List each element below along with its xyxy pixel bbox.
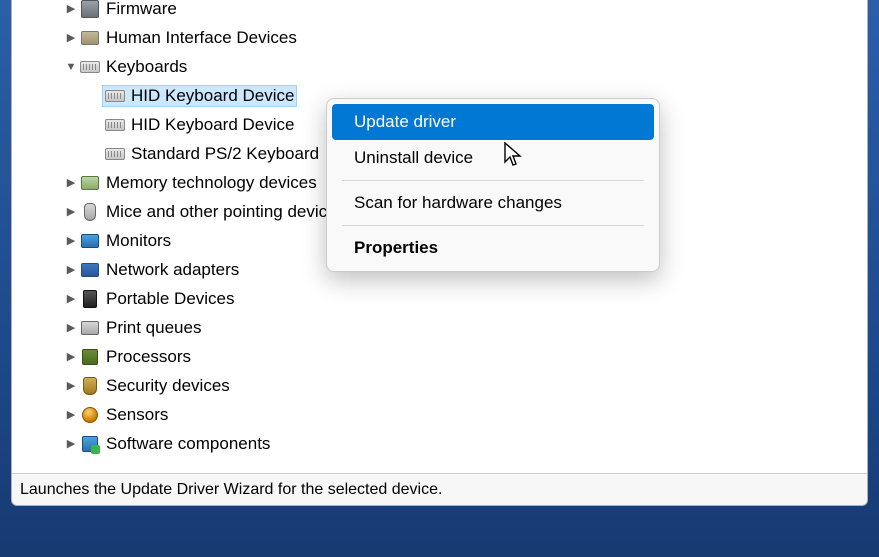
tree-node-firmware[interactable]: ▶ Firmware [62, 0, 662, 23]
network-icon [80, 260, 100, 280]
keyboard-icon [105, 115, 125, 135]
chevron-right-icon[interactable]: ▶ [62, 437, 80, 450]
sensor-icon [80, 405, 100, 425]
chevron-right-icon[interactable]: ▶ [62, 176, 80, 189]
keyboard-icon [105, 86, 125, 106]
status-text: Launches the Update Driver Wizard for th… [20, 481, 442, 499]
chevron-right-icon[interactable]: ▶ [62, 292, 80, 305]
menu-update-driver[interactable]: Update driver [332, 104, 654, 140]
menu-scan-hardware[interactable]: Scan for hardware changes [332, 185, 654, 221]
node-label: Sensors [106, 405, 168, 425]
tree-node-portable[interactable]: ▶ Portable Devices [62, 284, 662, 313]
security-icon [80, 376, 100, 396]
node-label: Print queues [106, 318, 201, 338]
menu-uninstall-device[interactable]: Uninstall device [332, 140, 654, 176]
menu-separator [342, 225, 644, 226]
node-label: Human Interface Devices [106, 28, 297, 48]
node-label: Keyboards [106, 57, 187, 77]
portable-device-icon [80, 289, 100, 309]
node-label: HID Keyboard Device [131, 115, 294, 135]
menu-separator [342, 180, 644, 181]
firmware-icon [80, 0, 100, 19]
node-label: Software components [106, 434, 270, 454]
node-label: HID Keyboard Device [131, 86, 294, 106]
node-label: Memory technology devices [106, 173, 317, 193]
chevron-right-icon[interactable]: ▶ [62, 205, 80, 218]
tree-node-keyboards[interactable]: ▼ Keyboards [62, 52, 662, 81]
chevron-down-icon[interactable]: ▼ [62, 61, 80, 73]
menu-properties[interactable]: Properties [332, 230, 654, 266]
node-label: Standard PS/2 Keyboard [131, 144, 319, 164]
mouse-icon [80, 202, 100, 222]
tree-node-processors[interactable]: ▶ Processors [62, 342, 662, 371]
chevron-right-icon[interactable]: ▶ [62, 263, 80, 276]
menu-label: Uninstall device [354, 148, 473, 167]
node-label: Mice and other pointing devices [106, 202, 345, 222]
chevron-right-icon[interactable]: ▶ [62, 408, 80, 421]
node-label: Monitors [106, 231, 171, 251]
node-label: Firmware [106, 0, 177, 19]
tree-node-print-queues[interactable]: ▶ Print queues [62, 313, 662, 342]
status-bar: Launches the Update Driver Wizard for th… [12, 473, 867, 505]
chevron-right-icon[interactable]: ▶ [62, 379, 80, 392]
hid-icon [80, 28, 100, 48]
chevron-right-icon[interactable]: ▶ [62, 234, 80, 247]
node-label: Processors [106, 347, 191, 367]
tree-node-software-components[interactable]: ▶ Software components [62, 429, 662, 458]
software-component-icon [80, 434, 100, 454]
node-label: Security devices [106, 376, 230, 396]
chevron-right-icon[interactable]: ▶ [62, 2, 80, 15]
printer-icon [80, 318, 100, 338]
node-label: Portable Devices [106, 289, 235, 309]
context-menu: Update driver Uninstall device Scan for … [326, 98, 660, 272]
tree-node-sensors[interactable]: ▶ Sensors [62, 400, 662, 429]
chevron-right-icon[interactable]: ▶ [62, 31, 80, 44]
menu-label: Update driver [354, 112, 456, 131]
tree-node-hid[interactable]: ▶ Human Interface Devices [62, 23, 662, 52]
menu-label: Scan for hardware changes [354, 193, 562, 212]
tree-node-security[interactable]: ▶ Security devices [62, 371, 662, 400]
memory-icon [80, 173, 100, 193]
keyboard-icon [105, 144, 125, 164]
cpu-icon [80, 347, 100, 367]
chevron-right-icon[interactable]: ▶ [62, 321, 80, 334]
node-label: Network adapters [106, 260, 239, 280]
monitor-icon [80, 231, 100, 251]
keyboard-icon [80, 57, 100, 77]
menu-label: Properties [354, 238, 438, 257]
chevron-right-icon[interactable]: ▶ [62, 350, 80, 363]
